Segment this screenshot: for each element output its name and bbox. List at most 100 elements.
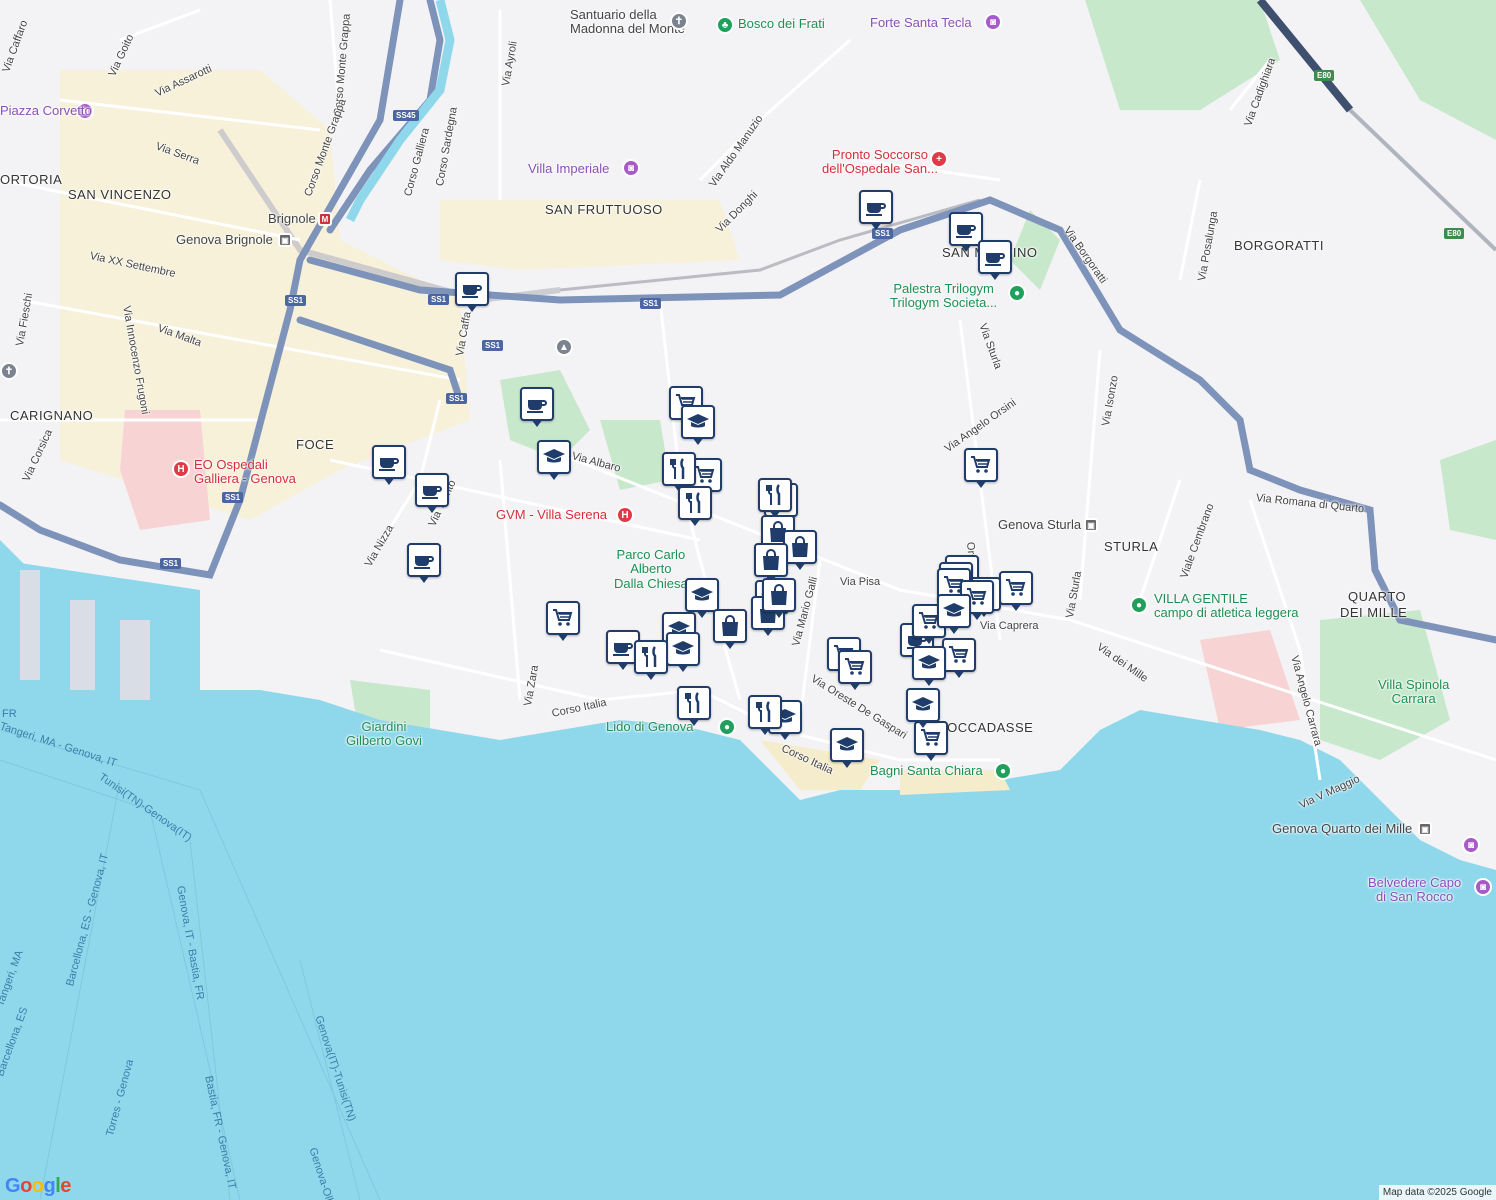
cart-icon [695,466,715,483]
district-label: DEI MILLE [1340,605,1408,620]
coffee-icon [379,458,399,471]
school-marker[interactable] [906,688,940,728]
cart-marker[interactable] [964,448,998,488]
poi-label[interactable]: Bagni Santa Chiara [870,763,983,778]
school-marker[interactable] [666,632,700,672]
poi-label[interactable]: Genova Brignole [176,232,273,247]
school-marker[interactable] [685,578,719,618]
train-icon[interactable]: ▣ [1418,822,1432,836]
poi-label[interactable]: Genova Quarto dei Mille [1272,821,1412,836]
bag-marker[interactable] [713,609,747,649]
poi-label[interactable]: Santuario della Madonna del Monte [570,7,685,37]
coffee-marker[interactable] [978,240,1012,280]
school-marker[interactable] [912,646,946,686]
poi-label[interactable]: Parco Carlo Alberto Dalla Chiesa [614,547,688,591]
park-icon[interactable]: ● [718,718,736,736]
district-label: QUARTO [1348,589,1407,604]
cart-marker[interactable] [546,601,580,641]
coffee-marker[interactable] [372,445,406,485]
poi-label[interactable]: Belvedere Capo di San Rocco [1368,875,1461,905]
poi-label[interactable]: Piazza Corvetto [0,103,92,118]
train-icon[interactable]: ▣ [1084,518,1098,532]
camera-icon[interactable]: ◙ [984,13,1002,31]
coffee-marker[interactable] [859,190,893,230]
poi-name: Palestra Trilogym [893,281,994,296]
cart-icon [845,658,865,675]
school-marker[interactable] [830,728,864,768]
school-marker[interactable] [937,594,971,634]
poi-label[interactable]: Palestra Trilogym Trilogym Societa... [890,281,997,311]
google-logo: Google [5,1175,71,1197]
poi-label[interactable]: Genova Sturla [998,517,1081,532]
coffee-icon [985,253,1005,266]
poi-name: di San Rocco [1375,889,1454,905]
school-icon [912,697,934,711]
restaurant-marker[interactable] [634,640,668,680]
park-icon[interactable]: ♣ [716,16,734,34]
coffee-marker[interactable] [407,543,441,583]
camera-icon[interactable]: ◙ [1462,836,1480,854]
bag-icon [792,536,808,557]
camera-icon[interactable]: ◙ [1474,878,1492,896]
hospital-icon[interactable]: H [172,460,190,478]
poi-name: VILLA GENTILE [1154,591,1248,606]
cart-icon [971,456,991,473]
bag-marker[interactable] [762,578,796,618]
school-marker[interactable] [537,440,571,480]
poi-label[interactable]: Villa Imperiale [528,161,609,176]
poi-label[interactable]: Forte Santa Tecla [870,15,972,30]
poi-name: Alberto [630,561,672,577]
cart-marker[interactable] [838,650,872,690]
poi-name: campo di atletica leggera [1154,605,1299,621]
beach-icon[interactable]: ● [994,762,1012,780]
poi-name: Pronto Soccorso [831,147,929,162]
poi-label[interactable]: Bosco dei Frati [738,16,825,31]
restaurant-icon [756,701,771,722]
cart-marker[interactable] [999,571,1033,611]
poi-name: EO Ospedali [194,457,268,472]
coffee-marker[interactable] [455,272,489,312]
school-icon[interactable]: ▲ [555,338,573,356]
hospital-icon[interactable]: H [616,506,634,524]
bag-marker[interactable] [754,543,788,583]
restaurant-marker[interactable] [677,686,711,726]
coffee-marker[interactable] [520,387,554,427]
poi-name: Giardini [361,719,407,734]
poi-label[interactable]: Villa Spinola Carrara [1378,677,1450,707]
metro-icon[interactable]: M [318,212,332,226]
camera-icon[interactable]: ◙ [622,159,640,177]
restaurant-marker[interactable] [748,695,782,735]
poi-label[interactable]: EO Ospedali Galliera - Genova [194,457,296,487]
poi-label[interactable]: Pronto Soccorso dell'Ospedale San... [822,147,938,177]
map-attribution[interactable]: Map data ©2025 Google [1378,1185,1496,1200]
school-marker[interactable] [681,405,715,445]
coffee-marker[interactable] [415,473,449,513]
map-canvas[interactable]: SAN VINCENZO SAN FRUTTUOSO CARIGNANO FOC… [0,0,1496,1200]
road-shield: SS1 [285,295,307,306]
park-icon[interactable]: ● [1130,596,1148,614]
bag-marker[interactable] [783,530,817,570]
poi-label[interactable]: GVM - Villa Serena [496,507,607,522]
church-icon[interactable]: ✝ [670,12,688,30]
restaurant-icon [766,484,781,505]
coffee-icon [414,556,434,569]
gym-icon[interactable]: ● [1008,284,1026,302]
coffee-icon [422,486,442,499]
bag-icon [722,615,738,636]
poi-name: dell'Ospedale San... [822,161,938,177]
restaurant-marker[interactable] [662,452,696,492]
school-icon [691,587,713,601]
poi-label[interactable]: Lido di Genova [606,719,693,734]
restaurant-marker[interactable] [758,478,792,518]
cart-marker[interactable] [942,638,976,678]
poi-label[interactable]: VILLA GENTILE campo di atletica leggera [1154,591,1299,621]
poi-label[interactable]: Brignole [268,211,316,226]
church-icon[interactable]: ✝ [0,362,18,380]
poi-name: Villa Spinola [1378,677,1450,692]
train-icon[interactable]: ▣ [278,233,292,247]
cart-icon [553,609,573,626]
hospital-icon[interactable]: + [930,150,948,168]
restaurant-icon [670,458,685,479]
restaurant-marker[interactable] [678,486,712,526]
poi-label[interactable]: Giardini Gilberto Govi [346,719,422,749]
